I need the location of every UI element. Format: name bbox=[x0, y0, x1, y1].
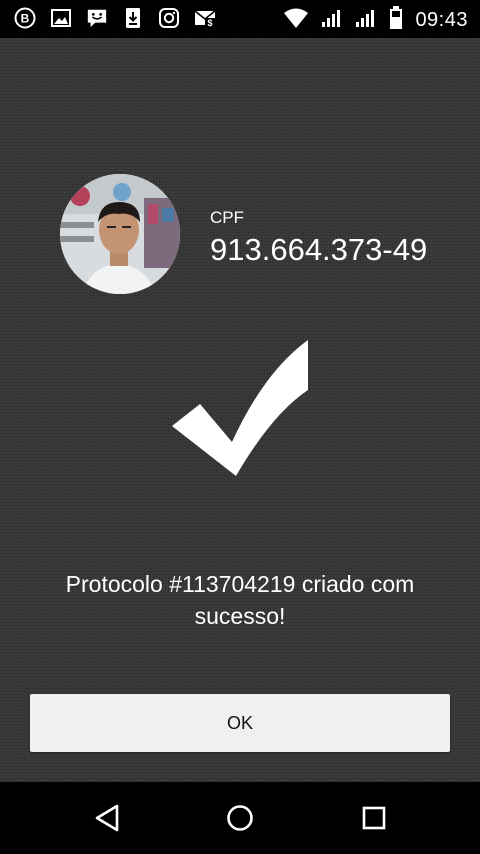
checkmark-icon bbox=[172, 340, 308, 476]
message-line-2: sucesso! bbox=[194, 603, 286, 629]
user-photo bbox=[60, 174, 180, 294]
screen: B $ 09:43 CPF 913.664.373-49 Protocolo #… bbox=[0, 0, 480, 854]
svg-text:B: B bbox=[21, 12, 30, 26]
cpf-value: 913.664.373-49 bbox=[210, 232, 428, 267]
avatar bbox=[60, 174, 180, 294]
navigation-bar bbox=[0, 782, 480, 854]
smiley-message-icon bbox=[86, 7, 108, 29]
svg-text:$: $ bbox=[207, 18, 212, 28]
instagram-icon bbox=[158, 7, 180, 29]
signal-icon-2 bbox=[355, 7, 377, 34]
wifi-icon bbox=[283, 7, 309, 34]
notification-icons: B $ bbox=[14, 7, 216, 29]
recents-icon[interactable] bbox=[354, 800, 394, 836]
status-bar: B $ 09:43 bbox=[0, 0, 480, 38]
download-icon bbox=[122, 7, 144, 29]
signal-icon bbox=[321, 7, 343, 34]
b-badge-icon: B bbox=[14, 7, 36, 29]
system-indicators: 09:43 bbox=[283, 6, 468, 35]
back-icon[interactable] bbox=[87, 800, 127, 836]
success-message: Protocolo #113704219 criado com sucesso! bbox=[0, 568, 480, 632]
home-icon[interactable] bbox=[220, 800, 260, 836]
status-clock: 09:43 bbox=[415, 9, 468, 31]
ok-button[interactable]: OK bbox=[30, 694, 450, 752]
mail-notification-icon: $ bbox=[194, 7, 216, 29]
message-line-1: Protocolo #113704219 criado com bbox=[65, 571, 415, 597]
battery-icon bbox=[389, 6, 403, 35]
image-notification-icon bbox=[50, 7, 72, 29]
cpf-label: CPF bbox=[210, 208, 244, 227]
